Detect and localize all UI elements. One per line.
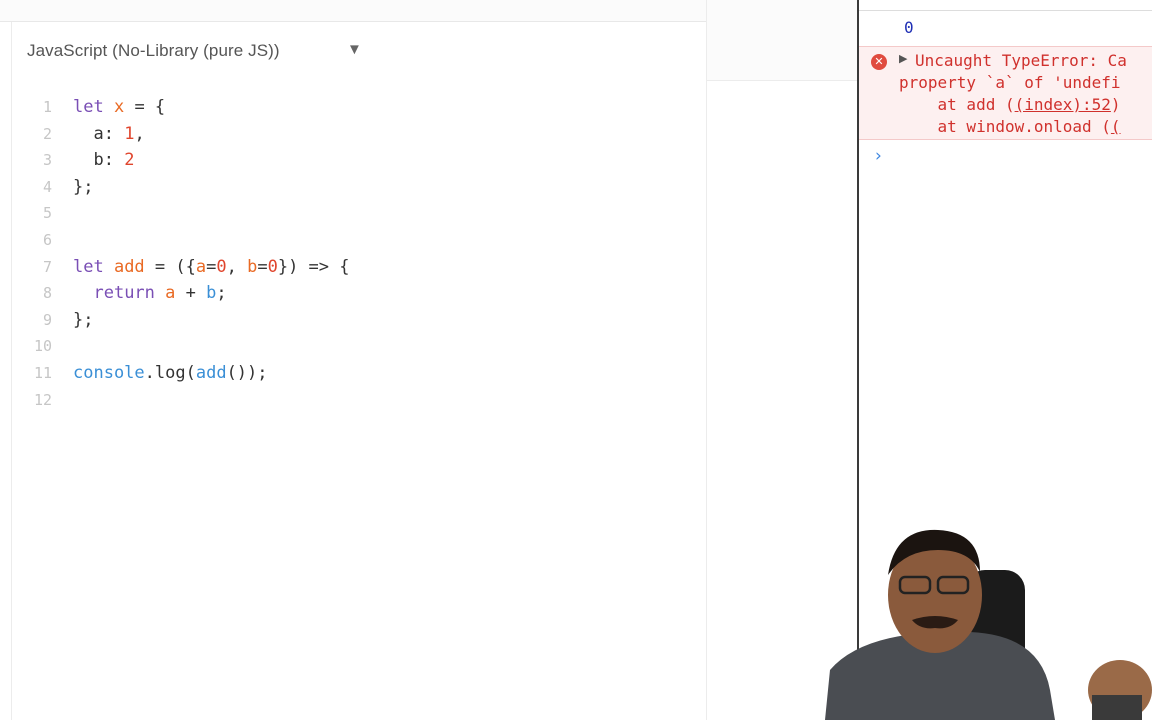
code-line[interactable]: 3 b: 2 — [0, 147, 700, 174]
code-token: 0 — [216, 256, 227, 277]
code-line[interactable]: 7 let add = ({a=0, b=0}) => { — [0, 254, 700, 281]
code-line[interactable]: 5 — [0, 200, 700, 227]
code-token: a — [195, 256, 207, 277]
result-pane-separator — [707, 80, 857, 81]
code-token: }; — [73, 309, 94, 330]
code-text: return a + b; — [73, 280, 227, 307]
code-token: , — [226, 256, 248, 277]
code-token: = ({ — [144, 256, 196, 277]
line-number: 7 — [42, 257, 52, 276]
line-number: 9 — [42, 310, 52, 329]
expand-triangle-icon[interactable]: ▶ — [899, 52, 907, 65]
code-token: b — [247, 256, 258, 277]
webcam-overlay — [820, 520, 1152, 720]
line-number: 5 — [42, 204, 52, 223]
line-number: 3 — [42, 151, 52, 170]
code-text: a: 1, — [73, 121, 145, 148]
line-number: 12 — [33, 390, 52, 409]
code-token: a: — [73, 123, 125, 144]
code-token: = — [257, 256, 268, 277]
code-line[interactable]: 6 — [0, 227, 700, 254]
code-line[interactable]: 12 — [0, 387, 700, 414]
code-line[interactable]: 11 console.log(add()); — [0, 360, 700, 387]
line-number: 11 — [33, 363, 52, 382]
stack-link-index[interactable]: (index):52 — [1015, 95, 1111, 114]
code-token: return — [93, 283, 155, 304]
caret-down-icon[interactable]: ▼ — [347, 41, 362, 58]
console-log-output: 0 — [904, 18, 914, 37]
error-line-2: property `a` of 'undefi — [899, 73, 1121, 92]
code-token: let — [73, 97, 114, 117]
line-number: 1 — [42, 98, 52, 116]
stack-link-onload[interactable]: ( — [1111, 117, 1121, 136]
code-token: console — [73, 362, 145, 383]
line-number: 2 — [42, 124, 52, 143]
code-line[interactable]: 2 a: 1, — [0, 121, 700, 148]
code-token: x — [113, 97, 125, 117]
code-token: 1 — [124, 123, 135, 144]
code-token: b: — [73, 150, 125, 171]
code-token: add — [113, 256, 145, 277]
code-line[interactable]: 10 — [0, 333, 700, 360]
line-number: 4 — [42, 177, 52, 196]
result-pane-header — [707, 0, 857, 80]
code-token: 2 — [124, 150, 135, 171]
code-token: = { — [124, 97, 166, 117]
error-icon: ✕ — [871, 54, 887, 70]
code-token: }) => { — [277, 256, 350, 277]
code-token: let — [73, 256, 114, 277]
code-text: }; — [73, 307, 93, 334]
code-text: b: 2 — [73, 147, 134, 174]
editor-top-bar — [0, 0, 706, 22]
code-token: b — [206, 283, 217, 304]
code-token: ; — [216, 283, 227, 304]
console-prompt[interactable]: › — [875, 146, 882, 166]
error-line-1: Uncaught TypeError: Ca — [915, 51, 1127, 70]
code-line[interactable]: 4}; — [0, 174, 700, 201]
line-number: 8 — [42, 284, 52, 303]
code-token: }; — [73, 176, 94, 197]
code-token: = — [206, 256, 217, 277]
code-token: + — [175, 283, 207, 304]
code-editor[interactable]: 1 let x = {2 a: 1, 3 b: 2 4}; 5 6 7 let add = (… — [0, 94, 700, 413]
code-token: , — [134, 123, 145, 144]
code-token: add — [195, 362, 227, 383]
code-token: 0 — [267, 256, 278, 277]
js-editor-panel: JavaScript (No-Library (pure JS)) ▼ 1 let… — [0, 0, 706, 720]
code-line[interactable]: 8 return a + b; — [0, 280, 700, 307]
console-error-message: ✕ ▶ Uncaught TypeError: Ca property `a` … — [859, 46, 1152, 140]
code-text: }; — [73, 174, 93, 201]
code-token: .log( — [144, 362, 196, 383]
error-line-3: at add ((index):52) — [899, 95, 1121, 114]
code-text: console.log(add()); — [73, 360, 268, 387]
error-line-4: at window.onload (( — [899, 117, 1121, 136]
presenter-video — [825, 529, 1152, 720]
code-line[interactable]: 9}; — [0, 307, 700, 334]
language-selector[interactable]: JavaScript (No-Library (pure JS)) — [27, 41, 280, 61]
code-text: let x = { — [73, 94, 165, 121]
code-line[interactable]: 1 let x = { — [0, 94, 700, 121]
line-number: 6 — [42, 230, 52, 249]
code-token: a — [165, 283, 176, 304]
line-number: 10 — [33, 337, 52, 356]
code-token: ()); — [226, 362, 268, 383]
console-toolbar — [859, 0, 1152, 11]
code-text: let add = ({a=0, b=0}) => { — [73, 254, 350, 281]
